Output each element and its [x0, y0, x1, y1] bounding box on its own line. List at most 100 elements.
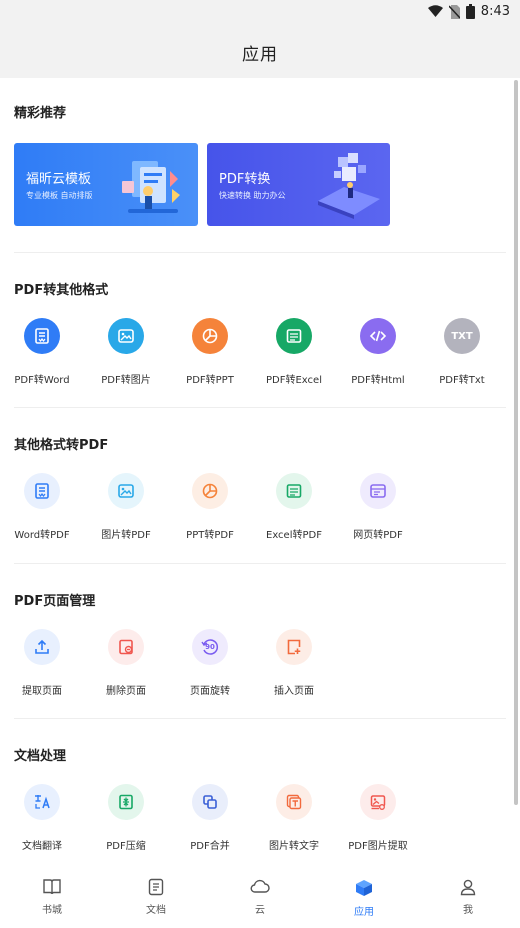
tool-extract-images[interactable]: PDF图片提取	[336, 784, 420, 852]
tool-pdf-to-excel[interactable]: PDF转Excel	[252, 318, 336, 386]
browser-window-icon	[360, 473, 396, 509]
scrollbar[interactable]	[514, 80, 518, 805]
tool-pdf-to-html[interactable]: PDF转Html	[336, 318, 420, 386]
section-pdf-to-other: PDF转其他格式 PDF转Word PDF转图片 PDF转PPT PDF转Exc…	[0, 253, 520, 408]
rotate-icon: 90	[192, 629, 228, 665]
tool-excel-to-pdf[interactable]: Excel转PDF	[252, 473, 336, 541]
status-time: 8:43	[480, 4, 510, 19]
tool-pdf-to-txt[interactable]: TXT PDF转Txt	[420, 318, 504, 386]
tab-cloud[interactable]: 云	[208, 862, 312, 928]
tool-label: Excel转PDF	[266, 530, 322, 541]
txt-glyph: TXT	[451, 330, 473, 342]
tab-label: 应用	[354, 907, 374, 918]
tool-label: PDF转Txt	[439, 375, 485, 386]
cloud-icon	[250, 879, 270, 893]
tool-label: 文档翻译	[22, 841, 62, 852]
tab-label: 文档	[146, 905, 166, 916]
tool-ppt-to-pdf[interactable]: PPT转PDF	[168, 473, 252, 541]
tool-webpage-to-pdf[interactable]: 网页转PDF	[336, 473, 420, 541]
person-icon	[460, 879, 476, 896]
tool-extract-pages[interactable]: 提取页面	[0, 629, 84, 697]
banner-cloud-template[interactable]: 福昕云模板 专业模板 自动排版	[14, 143, 198, 226]
code-icon	[360, 318, 396, 354]
insert-page-icon	[276, 629, 312, 665]
delete-page-icon	[108, 629, 144, 665]
bottom-tab-bar: 书城 文档 云 应用 我	[0, 862, 520, 928]
rotate-glyph: 90	[205, 643, 215, 651]
tool-image-to-text[interactable]: 图片转文字	[252, 784, 336, 852]
tab-label: 书城	[42, 905, 62, 916]
template-illustration-icon	[122, 161, 180, 213]
tool-translate-doc[interactable]: 文档翻译	[0, 784, 84, 852]
no-sim-icon	[448, 4, 460, 19]
battery-icon	[465, 4, 475, 19]
tool-pdf-to-word[interactable]: PDF转Word	[0, 318, 84, 386]
tool-delete-pages[interactable]: 删除页面	[84, 629, 168, 697]
tool-label: 插入页面	[274, 686, 314, 697]
cube-icon	[356, 880, 372, 896]
banner-cloud-template-subtitle: 专业模板 自动排版	[26, 191, 93, 200]
main-content[interactable]: 精彩推荐 福昕云模板 专业模板 自动排版 PDF转换 快速转换 助力办公 PDF…	[0, 78, 520, 862]
document-icon	[148, 878, 164, 896]
app-header: 应用	[0, 26, 520, 78]
tab-documents[interactable]: 文档	[104, 862, 208, 928]
pie-chart-icon	[192, 473, 228, 509]
tool-label: PDF合并	[190, 841, 230, 852]
tool-compress-pdf[interactable]: PDF压缩	[84, 784, 168, 852]
image-icon	[108, 473, 144, 509]
tool-label: PDF压缩	[106, 841, 146, 852]
banner-pdf-convert-subtitle: 快速转换 助力办公	[219, 191, 286, 200]
txt-icon: TXT	[444, 318, 480, 354]
word-doc-icon	[24, 473, 60, 509]
tool-label: PDF转图片	[101, 375, 151, 386]
upload-icon	[24, 629, 60, 665]
tool-label: 页面旋转	[190, 686, 230, 697]
tab-bookstore[interactable]: 书城	[0, 862, 104, 928]
tool-insert-pages[interactable]: 插入页面	[252, 629, 336, 697]
pie-chart-icon	[192, 318, 228, 354]
tab-apps[interactable]: 应用	[312, 862, 416, 928]
convert-illustration-icon	[318, 153, 380, 219]
tool-label: PDF转Excel	[266, 375, 322, 386]
translate-icon	[24, 784, 60, 820]
page-title: 应用	[242, 44, 278, 65]
tool-label: 图片转文字	[269, 841, 319, 852]
section-doc-process: 文档处理 文档翻译 PDF压缩 PDF合并 图片转文字 PDF图片提取	[0, 719, 520, 862]
tool-word-to-pdf[interactable]: Word转PDF	[0, 473, 84, 541]
tab-me[interactable]: 我	[416, 862, 520, 928]
tool-pdf-to-ppt[interactable]: PDF转PPT	[168, 318, 252, 386]
tool-label: PDF转Word	[14, 375, 70, 386]
book-icon	[43, 879, 61, 895]
image-icon	[108, 318, 144, 354]
spreadsheet-icon	[276, 473, 312, 509]
banner-cloud-template-title: 福昕云模板	[26, 172, 92, 187]
section-recommend: 精彩推荐 福昕云模板 专业模板 自动排版 PDF转换 快速转换 助力办公	[0, 78, 520, 253]
tool-pdf-to-image[interactable]: PDF转图片	[84, 318, 168, 386]
section-title-page-manage: PDF页面管理	[14, 594, 96, 609]
tool-merge-pdf[interactable]: PDF合并	[168, 784, 252, 852]
tool-label: 网页转PDF	[353, 530, 403, 541]
image-to-text-icon	[276, 784, 312, 820]
section-other-to-pdf: 其他格式转PDF Word转PDF 图片转PDF PPT转PDF Excel转P…	[0, 408, 520, 564]
tool-label: 提取页面	[22, 686, 62, 697]
word-doc-icon	[24, 318, 60, 354]
status-bar: 8:43	[0, 0, 520, 26]
tab-label: 我	[463, 905, 473, 916]
banner-pdf-convert[interactable]: PDF转换 快速转换 助力办公	[207, 143, 390, 226]
tool-label: PDF图片提取	[348, 841, 408, 852]
banner-pdf-convert-title: PDF转换	[219, 172, 271, 187]
tool-label: PDF转Html	[351, 375, 405, 386]
section-title-pdf-to-other: PDF转其他格式	[14, 283, 109, 298]
tool-label: 删除页面	[106, 686, 146, 697]
tool-label: PPT转PDF	[186, 530, 234, 541]
wifi-icon	[427, 5, 443, 17]
tool-rotate-pages[interactable]: 90 页面旋转	[168, 629, 252, 697]
tool-image-to-pdf[interactable]: 图片转PDF	[84, 473, 168, 541]
tool-label: Word转PDF	[14, 530, 70, 541]
merge-icon	[192, 784, 228, 820]
tab-label: 云	[255, 905, 265, 916]
section-title-doc-process: 文档处理	[14, 749, 67, 764]
section-title-other-to-pdf: 其他格式转PDF	[14, 438, 109, 453]
status-icons: 8:43	[427, 4, 510, 19]
section-page-manage: PDF页面管理 提取页面 删除页面 90 页面旋转 插入页面	[0, 564, 520, 719]
